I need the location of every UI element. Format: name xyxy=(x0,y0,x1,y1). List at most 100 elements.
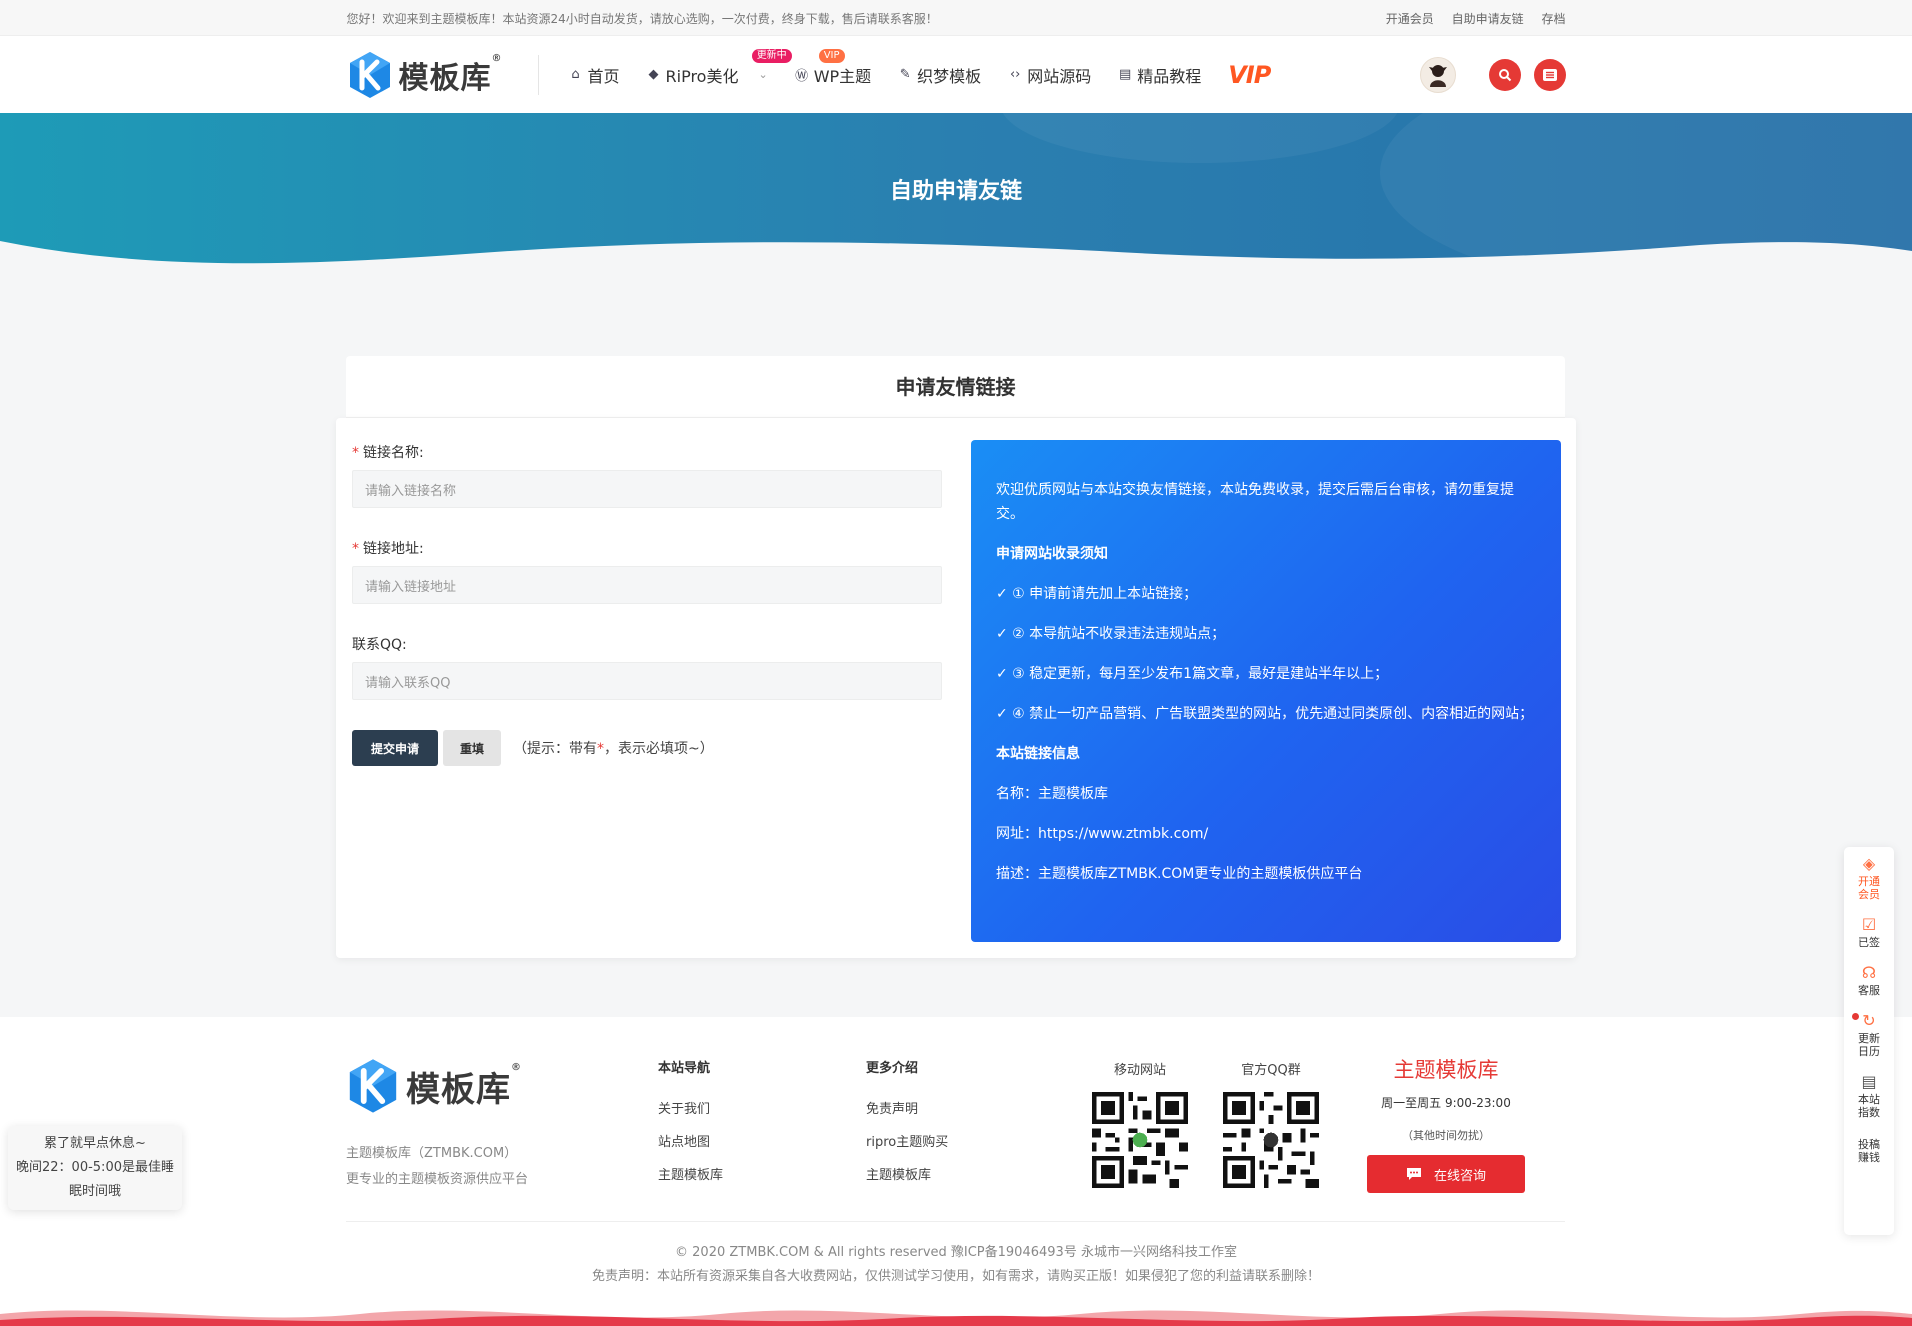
footer-link-ripro[interactable]: ripro主题购买 xyxy=(866,1131,948,1150)
form-hint: （提示：带有*，表示必填项~） xyxy=(513,741,714,757)
nav-vip[interactable]: VIP xyxy=(1228,60,1271,89)
home-icon: ⌂ xyxy=(571,67,580,82)
info-intro: 欢迎优质网站与本站交换友情链接，本站免费收录，提交后需后台审核，请勿重复提交。 xyxy=(996,482,1514,522)
copyright: © 2020 ZTMBK.COM & All rights reserved 豫… xyxy=(0,1241,1912,1289)
sidebar-item-vip[interactable]: ◈ 开通会员 xyxy=(1844,853,1894,901)
contact-other: （其他时间勿扰） xyxy=(1402,1129,1490,1142)
site-info-title: 本站链接信息 xyxy=(996,746,1080,762)
nav-source-code[interactable]: ‹› 网站源码 xyxy=(1008,63,1091,87)
user-avatar-icon xyxy=(1428,64,1447,87)
footer-logo[interactable]: 模板库® xyxy=(346,1057,522,1115)
hero-banner: 自助申请友链 xyxy=(0,113,1912,270)
nav-tutorials[interactable]: ▤ 精品教程 xyxy=(1118,63,1201,87)
document-icon: ▤ xyxy=(1119,67,1132,82)
qq-input[interactable]: 请输入联系QQ xyxy=(352,662,942,700)
menu-button[interactable] xyxy=(1533,58,1566,91)
logo-k-icon xyxy=(349,1059,397,1113)
top-link-vip[interactable]: 开通会员 xyxy=(1386,12,1434,26)
field-link-name: * 链接名称: 请输入链接名称 xyxy=(352,442,942,508)
site-logo[interactable]: 模板库® xyxy=(347,51,539,98)
contact-brand: 主题模板库 xyxy=(1393,1058,1499,1082)
calendar-check-icon: ☑ xyxy=(1861,915,1877,934)
header: 模板库® ⌂ 首页 ◆ RiPro美化 更新中 ⌄ Ⓦ WP主题 VIP ✎ 织… xyxy=(0,36,1912,113)
list-icon xyxy=(1542,68,1557,81)
submit-button[interactable]: 提交申请 xyxy=(352,730,439,766)
chat-icon xyxy=(1406,1168,1421,1180)
reset-button[interactable]: 重填 xyxy=(443,730,502,766)
online-chat-button[interactable]: 在线咨询 xyxy=(1367,1155,1525,1193)
footer: 模板库® 主题模板库（ZTMBK.COM） 更专业的主题模板资源供应平台 本站导… xyxy=(0,1017,1912,1326)
main-nav: ⌂ 首页 ◆ RiPro美化 更新中 ⌄ Ⓦ WP主题 VIP ✎ 织梦模板 ‹… xyxy=(569,48,1298,89)
rule-item: ✓ ③ 稳定更新，每月至少发布1篇文章，最好是建站半年以上； xyxy=(996,666,1389,682)
site-name: 名称：主题模板库 xyxy=(996,786,1108,802)
contact-block: 主题模板库 周一至周五 9:00-23:00 （其他时间勿扰） 在线咨询 xyxy=(1367,1054,1525,1193)
refresh-icon: ↻ xyxy=(1862,1011,1876,1030)
chevron-down-icon[interactable]: ⌄ xyxy=(758,68,767,81)
rule-item: ✓ ② 本导航站不收录违法违规站点； xyxy=(996,626,1226,642)
search-icon xyxy=(1498,68,1511,81)
diamond-icon: ◆ xyxy=(648,67,659,82)
clipboard-icon: ▤ xyxy=(1861,1072,1877,1091)
sidebar-item-contribute[interactable]: 投稿赚钱 xyxy=(1844,1132,1894,1164)
footer-wave xyxy=(0,1310,1912,1326)
top-bar: 您好！欢迎来到主题模板库！本站资源24小时自动发货，请放心选购，一次付费，终身下… xyxy=(0,0,1912,36)
form-card: * 链接名称: 请输入链接名称 * 链接地址: 请输入链接地址 联系QQ: 请输入联… xyxy=(336,418,1576,958)
sidebar-item-signed[interactable]: ☑ 已签 xyxy=(1844,914,1894,949)
sidebar-item-service[interactable]: ☊ 客服 xyxy=(1844,962,1894,997)
footer-link-home[interactable]: 主题模板库 xyxy=(658,1164,723,1183)
link-url-label: 链接地址: xyxy=(363,541,424,557)
floating-sidebar: ◈ 开通会员 ☑ 已签 ☊ 客服 ↻ 更新日历 ▤ 本站指数 投稿赚钱 xyxy=(1844,847,1894,1235)
qq-label: 联系QQ: xyxy=(352,637,407,653)
nav-ripro[interactable]: ◆ RiPro美化 更新中 ⌄ xyxy=(647,48,792,87)
link-url-input[interactable]: 请输入链接地址 xyxy=(352,566,942,604)
field-link-url: * 链接地址: 请输入链接地址 xyxy=(352,538,942,604)
avatar[interactable] xyxy=(1419,56,1456,93)
site-url: 网址：https://www.ztmbk.com/ xyxy=(996,826,1209,842)
field-qq: 联系QQ: 请输入联系QQ xyxy=(352,634,942,700)
required-star: * xyxy=(352,445,359,461)
qr-mobile-site: 移动网站 xyxy=(1085,1059,1195,1192)
top-links: 开通会员 自助申请友链 存档 xyxy=(1372,10,1566,27)
friend-link-form: * 链接名称: 请输入链接名称 * 链接地址: 请输入链接地址 联系QQ: 请输入联… xyxy=(352,442,942,766)
top-link-friend-link[interactable]: 自助申请友链 xyxy=(1452,12,1524,26)
form-title: 申请友情链接 xyxy=(346,356,1565,418)
badge-vip: VIP xyxy=(818,48,845,63)
link-name-input[interactable]: 请输入链接名称 xyxy=(352,470,942,508)
welcome-text: 您好！欢迎来到主题模板库！本站资源24小时自动发货，请放心选购，一次付费，终身下… xyxy=(346,11,938,26)
footer-divider xyxy=(346,1221,1565,1222)
top-link-archive[interactable]: 存档 xyxy=(1541,12,1565,26)
headset-icon: ☊ xyxy=(1861,963,1877,982)
info-panel: 欢迎优质网站与本站交换友情链接，本站免费收录，提交后需后台审核，请勿重复提交。 … xyxy=(971,440,1561,942)
nav-home[interactable]: ⌂ 首页 xyxy=(569,63,619,87)
rest-reminder: 累了就早点休息~ 晚间22：00-5:00是最佳睡 眠时间哦 xyxy=(8,1126,182,1210)
logo-text: 模板库® xyxy=(398,52,503,96)
footer-description: 主题模板库（ZTMBK.COM） 更专业的主题模板资源供应平台 xyxy=(346,1146,529,1187)
rules-title: 申请网站收录须知 xyxy=(996,546,1108,562)
nav-dede-template[interactable]: ✎ 织梦模板 xyxy=(898,63,981,87)
wordpress-icon: Ⓦ xyxy=(795,69,809,84)
rule-item: ✓ ① 申请前请先加上本站链接； xyxy=(996,586,1198,602)
footer-more-column: 更多介绍 免责声明 ripro主题购买 主题模板库 xyxy=(866,1061,949,1183)
sidebar-item-site-index[interactable]: ▤ 本站指数 xyxy=(1844,1071,1894,1119)
footer-link-home-2[interactable]: 主题模板库 xyxy=(866,1164,948,1183)
qr-qq-group: 官方QQ群 xyxy=(1216,1059,1326,1192)
hero-wave xyxy=(0,241,1912,270)
search-button[interactable] xyxy=(1488,58,1521,91)
footer-link-disclaimer[interactable]: 免责声明 xyxy=(866,1098,948,1117)
form-actions: 提交申请 重填 （提示：带有*，表示必填项~） xyxy=(352,730,942,766)
badge-updating: 更新中 xyxy=(751,48,792,63)
nav-wp-theme[interactable]: Ⓦ WP主题 VIP xyxy=(795,48,871,87)
footer-link-sitemap[interactable]: 站点地图 xyxy=(658,1131,723,1150)
notification-dot xyxy=(1852,1013,1859,1020)
qr-code-icon xyxy=(1223,1092,1319,1188)
sidebar-item-update-calendar[interactable]: ↻ 更新日历 xyxy=(1844,1010,1894,1058)
code-icon: ‹› xyxy=(1009,67,1021,82)
header-actions xyxy=(1419,56,1566,93)
page-title: 自助申请友链 xyxy=(889,179,1022,204)
vip-logo: VIP xyxy=(1228,60,1271,89)
disclaimer: 免责声明：本站所有资源采集自各大收费网站，仅供测试学习使用，如有需求，请购买正版… xyxy=(591,1269,1320,1284)
rule-item: ✓ ④ 禁止一切产品营销、广告联盟类型的网站，优先通过同类原创、内容相近的网站； xyxy=(996,706,1534,722)
footer-link-about[interactable]: 关于我们 xyxy=(658,1098,723,1117)
logo-k-icon xyxy=(349,51,390,98)
contact-hours: 周一至周五 9:00-23:00 xyxy=(1381,1096,1511,1110)
